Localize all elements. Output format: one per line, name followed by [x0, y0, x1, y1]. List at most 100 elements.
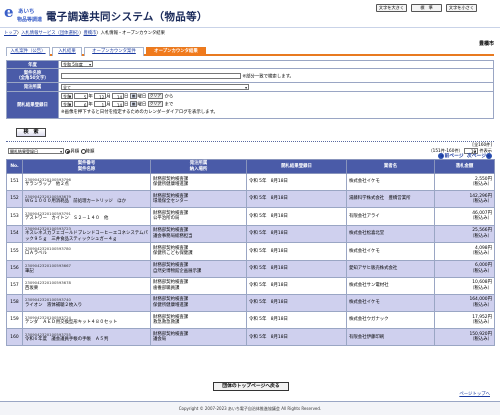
header-dept: 発注所属 納入場所 [150, 159, 247, 174]
row-date: 令和 5年 8月18日 [246, 207, 347, 226]
sort-field-select[interactable]: 開札結果登録日 [8, 148, 64, 154]
org-name: 豊橋市 [478, 41, 494, 47]
search-form: 年度 令和 5年度 案件名称（全角50文字） ※部分一致で検索します。 発注所属… [6, 59, 494, 119]
from-clear-button[interactable]: クリア [147, 93, 164, 100]
case-name-link[interactable]: サランラップ 他２点 [25, 182, 148, 188]
price-tax: （税込み） [470, 320, 492, 326]
table-row[interactable]: 159 2309042320100593724 テンダ ＡＥＤ用交換型形キット４８０… [6, 311, 495, 330]
case-name-note: ※部分一致で検索します。 [242, 74, 294, 80]
font-small-button[interactable]: 文字を小さく [446, 4, 477, 12]
from-month-input[interactable]: 12 [94, 93, 107, 100]
case-name-link[interactable]: ライオン 液体補聴２枚入り [25, 303, 148, 309]
row-vendor: 株式会社イケモ [346, 293, 435, 313]
table-row[interactable]: 151 2309042320100593796 サランラップ 他２点 財務部契約検査課… [6, 172, 495, 192]
breadcrumb-bid-service[interactable]: 入札情報サービス（団体選択） [21, 31, 79, 36]
tab-open-counter-result[interactable]: オープンカウンタ結果 [146, 47, 206, 56]
table-row[interactable]: 160 2309042320100593755 令和６年度 議会議員手帳の手帳 Ａ５… [6, 328, 495, 347]
next-arrow-icon[interactable]: ▶ [486, 152, 492, 159]
page-top-link[interactable]: ページトップへ [459, 391, 490, 397]
row-price: 25,566円 （税込み） [434, 224, 495, 244]
case-name-link[interactable]: 令和６年度 議会議員手帳の手帳 Ａ５判 [25, 337, 148, 343]
from-era-select[interactable]: 令和 [61, 93, 73, 100]
row-vendor: 有限会社伊藤印刷 [346, 328, 435, 347]
logo-subtitle: 物品等調達 [17, 17, 43, 23]
to-clear-button[interactable]: クリア [147, 101, 164, 108]
case-name-link[interactable]: ロＡラベル [25, 251, 148, 257]
sort-asc-label: 昇順 [70, 149, 80, 155]
tab-bid-notice[interactable]: 入札案件（公告） [6, 47, 50, 56]
case-name-link[interactable]: テンダ ＡＥＤ用交換型形キット４８０セット [25, 320, 148, 326]
row-no: 158 [6, 293, 23, 313]
row-price: 46,007円 （税込み） [434, 207, 495, 226]
font-standard-button[interactable]: 標 準 [411, 4, 442, 12]
year-select[interactable]: 令和 5年度 [61, 61, 93, 68]
row-dept: 財務部契約検査課 議会局 [150, 328, 247, 347]
row-dept: 財務部契約検査課 環境保全センター [150, 190, 247, 209]
table-row[interactable]: 153 2309042320100593791 デストワー カイトン Ｓ２－１４０ … [6, 207, 495, 226]
to-year-input[interactable]: 6 [74, 101, 89, 108]
department-select[interactable]: 全て [61, 83, 249, 90]
to-month-input[interactable]: 1 [94, 101, 107, 108]
sort-controls: 開札結果登録日 昇順 降順 [8, 148, 94, 155]
case-name-link[interactable]: 西坂栗 [25, 286, 148, 292]
price-tax: （税込み） [470, 303, 492, 308]
delivery-place: 保健所健康増進課 [153, 303, 189, 308]
date-to-row: 令和 6年 1月 14日 ▦曜日 クリア まで [61, 101, 491, 109]
table-row[interactable]: 152 2309042320100593679 ＷＧ１０００用消耗品 前処理カートリ… [6, 190, 495, 209]
row-case: 2309042320100593678 西坂栗 [22, 276, 151, 295]
price-tax: （税込み） [470, 251, 492, 257]
table-row[interactable]: 156 2309042320100593667 筆記 財務部契約検査課 自然史博物館企画… [6, 259, 495, 278]
sort-desc-radio[interactable] [80, 148, 86, 154]
tab-bar: 入札案件（公告） 入札結果 オープンカウンタ案件 オープンカウンタ結果 [6, 47, 494, 56]
back-to-org-top-button[interactable]: 団体のトップページへ戻る [213, 382, 289, 391]
date-from-row: 令和 5年 12月 14日 ▦曜日 クリア から [61, 93, 491, 101]
row-date: 令和 5年 8月18日 [246, 328, 347, 347]
table-row[interactable]: 154 2309042320100593723 ネスレネスカフェゴールドブレンドコー… [6, 224, 495, 244]
from-year-input[interactable]: 5 [74, 93, 89, 100]
search-button[interactable]: 検 索 [16, 128, 46, 137]
to-day-input[interactable]: 14 [112, 101, 125, 108]
unit-year: 年 [88, 94, 93, 100]
price-tax: （税込み） [470, 285, 492, 291]
tab-open-counter[interactable]: オープンカウンタ案件 [84, 47, 144, 56]
row-case: 2309042320100593740 ライオン 液体補聴２枚入り [22, 293, 151, 313]
row-price: 17,952円 （税込み） [434, 311, 495, 330]
row-no: 156 [6, 259, 23, 278]
row-vendor: 湯藤科学株式会社 豊橋営業所 [346, 190, 435, 209]
row-dept: 財務部契約検査課 保健所健康増進課 [150, 293, 247, 313]
from-day-input[interactable]: 14 [112, 93, 125, 100]
row-no: 160 [6, 328, 23, 347]
row-vendor: 株式会社イケモ [346, 172, 435, 192]
table-row[interactable]: 157 2309042320100593678 西坂栗 財務部契約検査課 歯養部職員課令… [6, 276, 495, 295]
case-name-input[interactable] [61, 72, 241, 79]
date-label: 開札結果登録日 [6, 90, 59, 119]
aichi-logo[interactable]: e あいち 物品等調達 [4, 5, 43, 25]
row-price: 4,098円 （税込み） [434, 242, 495, 261]
font-large-button[interactable]: 文字を大きく [376, 4, 407, 12]
breadcrumb-top[interactable]: トップ [4, 31, 17, 36]
delivery-place: 保健所こども保健課 [153, 251, 193, 257]
case-name-link[interactable]: 筆記 [25, 269, 148, 275]
row-dept: 財務部契約検査課 公平治所の局 [150, 207, 247, 226]
row-vendor: 愛知アサヒ販売株式会社 [346, 259, 435, 278]
row-date: 令和 5年 8月18日 [246, 259, 347, 278]
delivery-place: 議会局 [153, 337, 167, 343]
table-row[interactable]: 155 2309042320100593780 ロＡラベル 財務部契約検査課 保健所こど… [6, 242, 495, 261]
row-date: 令和 5年 8月18日 [246, 293, 347, 313]
header-no: No. [6, 159, 23, 174]
table-row[interactable]: 158 2309042320100593740 ライオン 液体補聴２枚入り 財務部契約… [6, 293, 495, 313]
total-count: [全160件] [472, 142, 492, 147]
row-no: 152 [6, 190, 23, 209]
breadcrumb-org[interactable]: 豊橋市 [84, 31, 97, 36]
case-name-link[interactable]: ＷＧ１０００用消耗品 前処理カートリッジ ほか [25, 199, 148, 205]
row-date: 令和 5年 8月18日 [246, 311, 347, 330]
row-vendor: 有限会社アライ [346, 207, 435, 226]
to-era-select[interactable]: 令和 [61, 101, 73, 108]
row-date: 令和 5年 8月18日 [246, 172, 347, 192]
case-name-link[interactable]: ネスレネスカフェゴールドブレンドコーヒーエコネシステムパック９５ｇ 三井食品ステ… [25, 231, 148, 242]
tab-bid-result[interactable]: 入札結果 [52, 47, 82, 56]
results-header: No. 案件番号 案件名称 発注所属 納入場所 開札結果登録日 業者名 落札金額 [6, 159, 495, 174]
sort-asc-radio[interactable] [65, 148, 71, 154]
case-name-link[interactable]: デストワー カイトン Ｓ２－１４０ 他 [25, 216, 148, 222]
page-header: e あいち 物品等調達 電子調達共同システム（物品等） 文字を大きく 標 準 文… [0, 0, 500, 28]
